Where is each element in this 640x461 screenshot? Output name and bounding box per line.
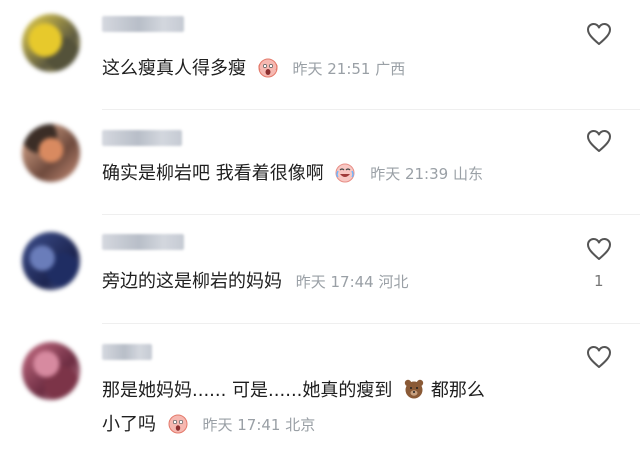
like-heart-icon[interactable] [586, 129, 612, 153]
comment-time-location: 昨天 17:44 河北 [295, 273, 409, 291]
comment-text: 确实是柳岩吧 我看着很像啊 [102, 163, 324, 184]
blurred-username[interactable] [102, 234, 184, 250]
comment-text: 那是她妈妈...... 可是......她真的瘦到 [102, 380, 393, 401]
comment-text: 这么瘦真人得多瘦 [102, 58, 246, 79]
avatar[interactable] [22, 342, 80, 400]
avatar[interactable] [22, 232, 80, 290]
scream-emoji-icon [258, 58, 278, 78]
shocked-emoji-icon [168, 414, 188, 434]
like-heart-icon[interactable] [586, 237, 612, 261]
comment-text-row: 确实是柳岩吧 我看着很像啊 昨天 21:39 山东 [102, 161, 483, 186]
comment-text-line-1: 那是她妈妈...... 可是......她真的瘦到 都那么 [102, 378, 485, 403]
bear-emoji-icon [404, 379, 424, 399]
comment-text-line-2: 小了吗 昨天 17:41 北京 [102, 412, 315, 437]
like-count: 1 [594, 272, 604, 290]
divider [102, 214, 640, 215]
comment-time-location: 昨天 17:41 北京 [202, 416, 316, 434]
comment-text-row: 这么瘦真人得多瘦 昨天 21:51 广西 [102, 56, 405, 81]
avatar[interactable] [22, 14, 80, 72]
laughing-crying-emoji-icon [335, 163, 355, 183]
divider [102, 323, 640, 324]
divider [102, 109, 640, 110]
like-heart-icon[interactable] [586, 22, 612, 46]
blurred-username[interactable] [102, 16, 184, 32]
comment-time-location: 昨天 21:39 山东 [370, 165, 483, 183]
blurred-username[interactable] [102, 130, 182, 146]
comment-text: 都那么 [430, 380, 485, 401]
comment-text-row: 旁边的这是柳岩的妈妈 昨天 17:44 河北 [102, 270, 409, 294]
comment-time-location: 昨天 21:51 广西 [292, 60, 406, 78]
blurred-username[interactable] [102, 344, 152, 360]
like-heart-icon[interactable] [586, 345, 612, 369]
comment-text: 小了吗 [102, 414, 156, 435]
avatar[interactable] [22, 124, 80, 182]
comment-text: 旁边的这是柳岩的妈妈 [102, 271, 282, 292]
